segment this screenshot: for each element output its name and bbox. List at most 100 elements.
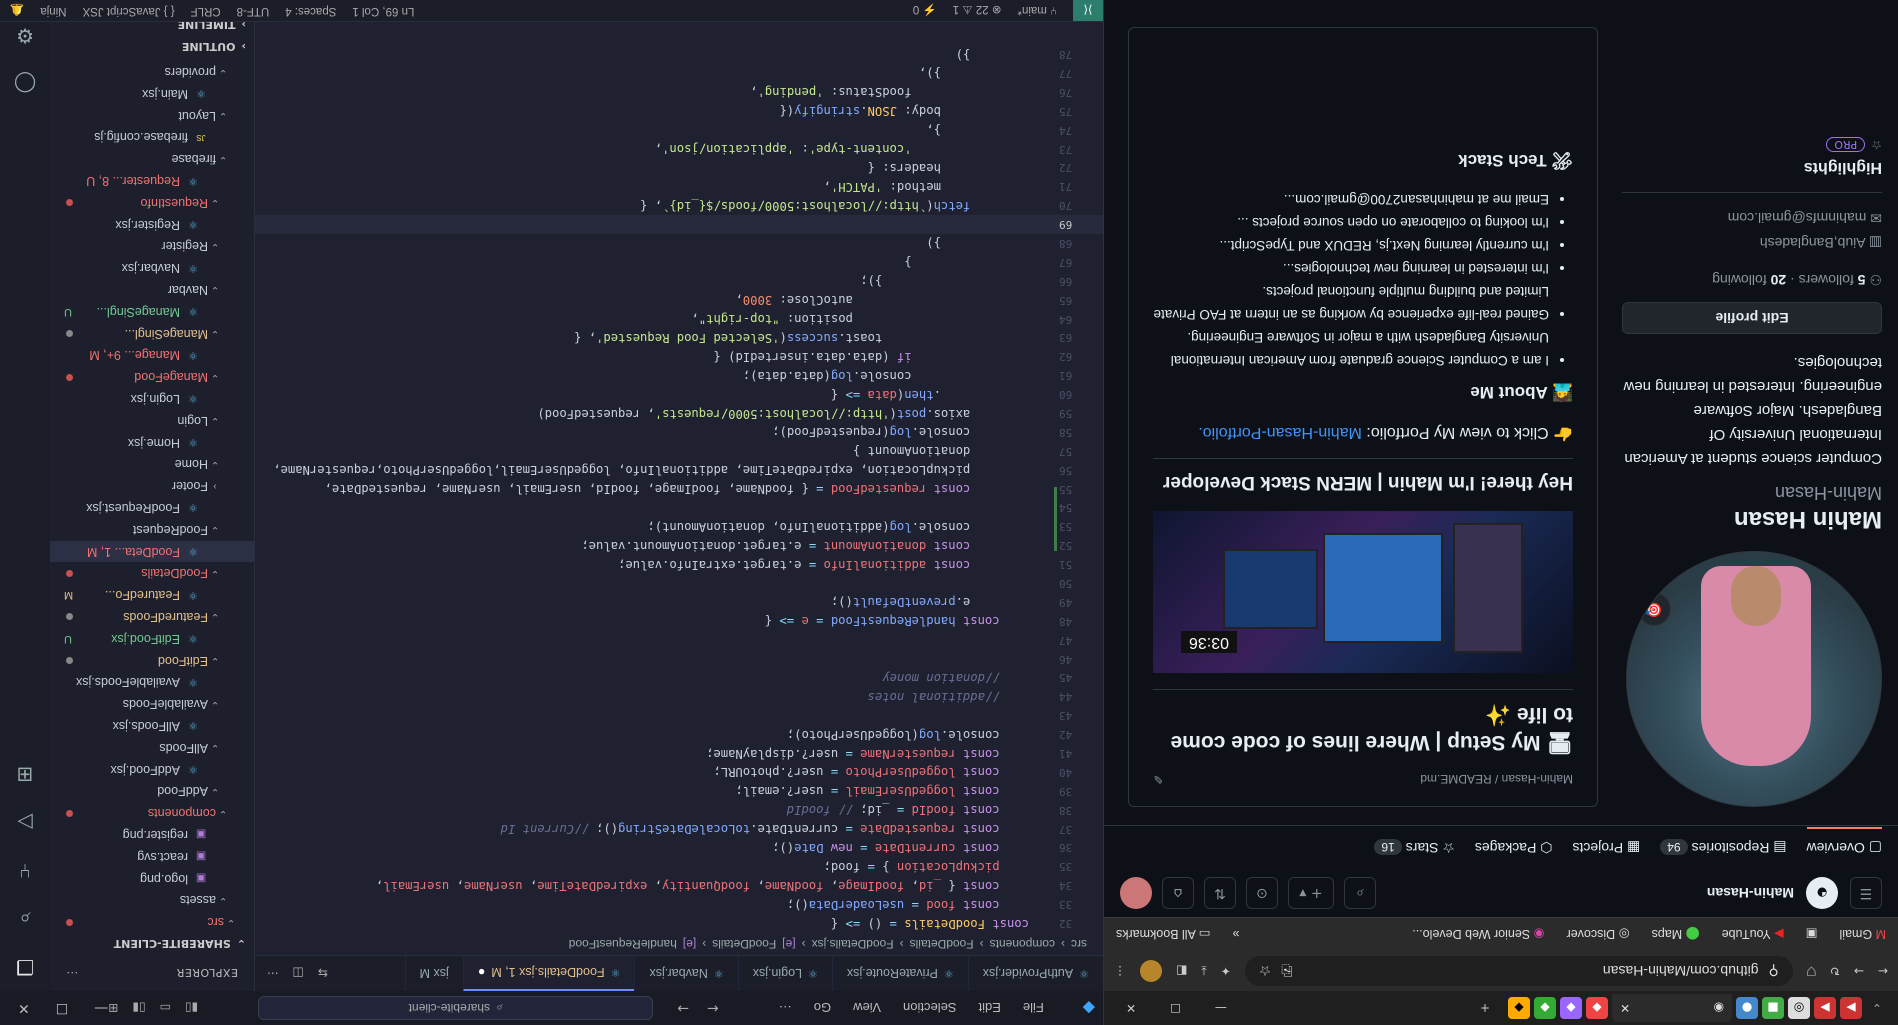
tab-projects[interactable]: ▦ Projects <box>1573 839 1641 856</box>
code-line[interactable]: 46 <box>255 650 1103 669</box>
bookmarks-overflow-icon[interactable]: » <box>1232 928 1239 942</box>
tree-folder[interactable]: ⌄ src <box>50 911 254 933</box>
code-line[interactable]: 47 <box>255 631 1103 650</box>
code-line[interactable]: 42 console.log(loggedUserPhoto); <box>255 725 1103 744</box>
breadcrumb-item[interactable]: src <box>1071 937 1087 951</box>
code-line[interactable]: 55 const requestedFood = { foodName, foo… <box>255 480 1103 499</box>
tree-folder[interactable]: ⌄ Home <box>50 453 254 475</box>
code-line[interactable]: 37 const requestedDate = currentDate.toL… <box>255 820 1103 839</box>
code-line[interactable]: 54 <box>255 499 1103 518</box>
remote-icon[interactable]: ⟩⟨ <box>1073 0 1103 22</box>
code-line[interactable]: 49 e.preventDefault(); <box>255 593 1103 612</box>
tab-partial[interactable]: jsx M <box>404 956 463 991</box>
tree-folder[interactable]: ⌄ FeaturedFoods <box>50 606 254 628</box>
site-info-icon[interactable]: ⚲ <box>1769 963 1779 980</box>
command-center-search[interactable]: ⌕ sharebite-client <box>258 996 654 1020</box>
tree-folder[interactable]: ⌄ FoodRequest <box>50 519 254 541</box>
code-line[interactable]: 58 console.log(requestedFood); <box>255 423 1103 442</box>
pinned-tab-icon[interactable]: ▶ <box>1840 997 1862 1019</box>
code-line[interactable]: 69 <box>255 215 1103 235</box>
close-icon[interactable]: ✕ <box>18 1000 30 1016</box>
menu-file[interactable]: File <box>1023 1001 1044 1016</box>
toggle-sidebar-icon[interactable]: ▮▯ <box>185 1001 198 1015</box>
tab-search-icon[interactable]: ⌄ <box>1866 997 1888 1019</box>
toggle-panel-icon[interactable]: ▭ <box>160 1001 171 1015</box>
email-item[interactable]: ✉ mahinmfs@gmail.com <box>1622 209 1882 226</box>
accounts-icon[interactable]: ◯ <box>0 60 50 108</box>
tree-file[interactable]: ▣ react.svg <box>50 846 254 868</box>
tab-navbar[interactable]: ⚛ Navbar.jsx <box>634 956 738 991</box>
back-icon[interactable]: ← <box>707 1000 719 1016</box>
breadcrumb-item[interactable]: FoodDetails.jsx <box>812 937 894 951</box>
tree-folder[interactable]: ⌄ providers <box>50 61 254 83</box>
hamburger-menu-icon[interactable]: ☰ <box>1850 877 1882 909</box>
extensions-icon[interactable]: ⊞ <box>0 751 50 799</box>
pinned-tab-icon[interactable]: ● <box>1736 997 1758 1019</box>
new-tab-icon[interactable]: + <box>1474 997 1496 1019</box>
code-line[interactable]: 64 position: "top-right", <box>255 310 1103 329</box>
branch-indicator[interactable]: ⑂ main* <box>1017 5 1057 17</box>
code-line[interactable]: 34 const { _id, foodImage, foodName, foo… <box>255 876 1103 895</box>
tree-file[interactable]: ⚛ EditFood.jsx U <box>50 628 254 650</box>
project-section[interactable]: ⌄ SHAREBITE-CLIENT <box>50 933 254 955</box>
tree-file[interactable]: ▣ register.png <box>50 824 254 846</box>
code-line[interactable]: 68 }) <box>255 234 1103 253</box>
tree-file[interactable]: ⚛ Requester... 8, U <box>50 170 254 192</box>
tree-file[interactable]: ⚛ Navbar.jsx <box>50 257 254 279</box>
close-icon[interactable]: ✕ <box>1126 1001 1136 1015</box>
pinned-tab-icon[interactable]: ◆ <box>1534 997 1556 1019</box>
status-emoji-icon[interactable]: 🎯 <box>1637 592 1671 626</box>
breadcrumb-item[interactable]: handleRequestFood <box>569 937 677 951</box>
chrome-menu-icon[interactable]: ⋮ <box>1114 964 1126 978</box>
search-icon[interactable]: ⌕ <box>1344 877 1376 909</box>
tab-private-route[interactable]: ⚛ PrivateRoute.jsx <box>831 956 968 991</box>
tree-file[interactable]: ⚛ AvailableFoods.jsx <box>50 671 254 693</box>
code-line[interactable]: 74 }, <box>255 121 1103 140</box>
code-line[interactable]: 43 <box>255 706 1103 725</box>
github-logo-icon[interactable]: ◕ <box>1806 877 1838 909</box>
tree-file[interactable]: ⚛ FoodRequest.jsx <box>50 497 254 519</box>
ninja-extension[interactable]: Ninja <box>40 4 66 18</box>
code-line[interactable]: 62 if (data.data.insertedId) { <box>255 347 1103 366</box>
code-line[interactable]: 40 const loggedUserPhoto = user?.photoUR… <box>255 763 1103 782</box>
code-line[interactable]: 41 const requesterName = user?.displayNa… <box>255 744 1103 763</box>
code-line[interactable]: 67 } <box>255 253 1103 272</box>
tree-folder[interactable]: ⌄ AllFoods <box>50 737 254 759</box>
tree-file[interactable]: ⚛ Manage... 9+, M <box>50 344 254 366</box>
code-line[interactable]: 39 const loggedUserEmail = user?.email; <box>255 782 1103 801</box>
tree-file[interactable]: ⚛ ManageSingl... U <box>50 301 254 323</box>
bookmark-star-icon[interactable]: ☆ <box>1259 963 1272 980</box>
back-icon[interactable]: ← <box>1878 964 1888 978</box>
bookmark-maps[interactable]: ⬤ Maps <box>1652 927 1700 942</box>
pinned-tab-icon[interactable]: ◆ <box>1560 997 1582 1019</box>
cursor-position[interactable]: Ln 69, Col 1 <box>352 4 414 18</box>
pull-requests-icon[interactable]: ⇅ <box>1204 877 1236 909</box>
pinned-tab-icon[interactable]: ■ <box>1762 997 1784 1019</box>
profile-avatar[interactable]: 🎯 <box>1626 551 1882 807</box>
bookmark-discover[interactable]: ◎ Discover <box>1567 927 1630 942</box>
code-line[interactable]: 35 pickupLocation } = food; <box>255 857 1103 876</box>
customize-layout-icon[interactable]: ⊞ <box>108 1001 118 1015</box>
code-line[interactable]: 63 toast.success('Selected Food Requeste… <box>255 329 1103 348</box>
tree-folder[interactable]: ⌄ RequestInfo <box>50 192 254 214</box>
outline-section[interactable]: › OUTLINE <box>50 35 254 57</box>
breadcrumb-item[interactable]: FoodDetails <box>910 937 974 951</box>
tree-folder[interactable]: ⌄ ManageSingl... <box>50 323 254 345</box>
code-line[interactable]: 60 .then(data => { <box>255 385 1103 404</box>
pinned-tab-icon[interactable]: ◎ <box>1788 997 1810 1019</box>
code-line[interactable]: 77 }), <box>255 64 1103 83</box>
tree-folder[interactable]: ⌄ AvailableFoods <box>50 693 254 715</box>
code-line[interactable]: 61 console.log(data.data); <box>255 366 1103 385</box>
tree-file[interactable]: ⚛ Register.jsx <box>50 214 254 236</box>
code-line[interactable]: 52 const donationAmount = e.target.donat… <box>255 536 1103 555</box>
code-editor[interactable]: 32 const FoodDetails = () => {33 const fo… <box>255 33 1103 933</box>
tab-login[interactable]: ⚛ Login.jsx <box>737 956 832 991</box>
code-line[interactable]: 71 method: 'PATCH', <box>255 177 1103 196</box>
code-line[interactable]: 45 //donation money <box>255 669 1103 688</box>
unsaved-dot-icon[interactable]: ● <box>478 966 486 980</box>
notifications-icon[interactable]: 🔔 <box>10 4 24 18</box>
tab-stars[interactable]: ☆ Stars16 <box>1374 839 1455 856</box>
tree-file[interactable]: ⚛ FeaturedFo... M <box>50 584 254 606</box>
language-mode[interactable]: { } JavaScript JSX <box>83 4 175 18</box>
tree-file[interactable]: ⚛ Main.jsx <box>50 83 254 105</box>
